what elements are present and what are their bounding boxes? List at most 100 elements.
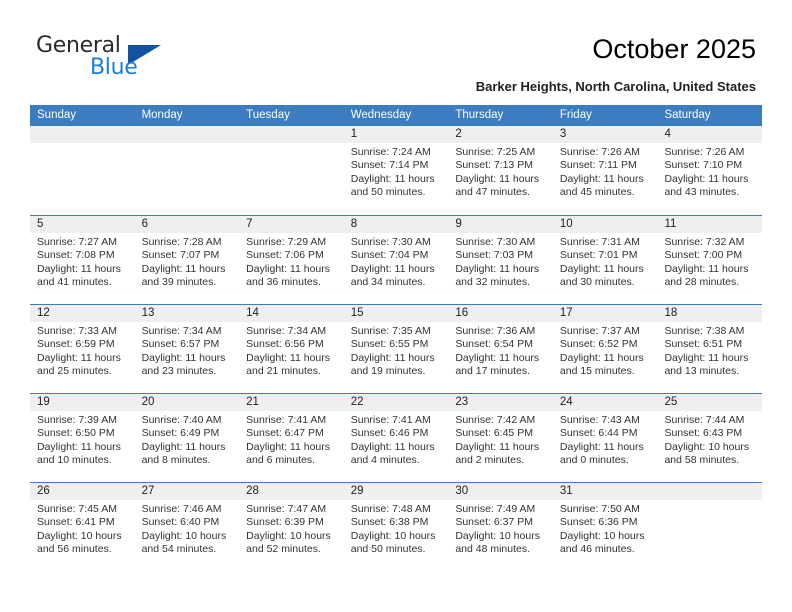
calendar-day-cell[interactable]: 9 Sunrise: 7:30 AM Sunset: 7:03 PM Daylight…: [448, 216, 553, 304]
calendar-day-cell[interactable]: 5 Sunrise: 7:27 AM Sunset: 7:08 PM Daylight…: [30, 216, 135, 304]
sunset-time: Sunset: 7:07 PM: [141, 249, 220, 262]
calendar-day-cell[interactable]: 15 Sunrise: 7:35 AM Sunset: 6:55 PM Dayligh…: [343, 305, 449, 393]
calendar-day-cell[interactable]: 8 Sunrise: 7:30 AM Sunset: 7:04 PM Daylight…: [343, 216, 449, 304]
daylight-duration: Daylight: 10 hours and 48 minutes.: [455, 529, 540, 556]
sunset-time: Sunset: 6:41 PM: [37, 516, 115, 529]
sunset-time: Sunset: 6:49 PM: [141, 427, 220, 440]
calendar-day-cell[interactable]: 20 Sunrise: 7:40 AM Sunset: 6:49 PM Dayligh…: [134, 394, 240, 482]
calendar-day-cell[interactable]: 22 Sunrise: 7:41 AM Sunset: 6:46 PM Dayligh…: [343, 394, 449, 482]
day-number: 25: [657, 394, 763, 411]
calendar-day-cell[interactable]: 11 Sunrise: 7:32 AM Sunset: 7:00 PM Dayligh…: [657, 216, 763, 304]
calendar-day-cell[interactable]: 18 Sunrise: 7:38 AM Sunset: 6:51 PM Dayligh…: [657, 305, 763, 393]
sunset-time: Sunset: 7:04 PM: [350, 249, 429, 262]
calendar-day-cell[interactable]: 2 Sunrise: 7:25 AM Sunset: 7:13 PM Daylight…: [448, 126, 553, 215]
daylight-duration: Daylight: 11 hours and 30 minutes.: [559, 262, 644, 289]
calendar-day-cell[interactable]: 27 Sunrise: 7:46 AM Sunset: 6:40 PM Dayligh…: [134, 483, 240, 571]
day-sun-info: Sunrise: 7:30 AM Sunset: 7:04 PM Daylight:…: [344, 233, 449, 290]
daylight-duration: Daylight: 11 hours and 28 minutes.: [664, 262, 749, 289]
day-sun-info: Sunrise: 7:48 AM Sunset: 6:38 PM Daylight:…: [344, 500, 449, 557]
calendar-day-cell[interactable]: 31 Sunrise: 7:50 AM Sunset: 6:36 PM Dayligh…: [552, 483, 658, 571]
sunset-time: Sunset: 6:36 PM: [559, 516, 638, 529]
day-number: 29: [343, 483, 449, 500]
calendar-day-cell[interactable]: 17 Sunrise: 7:37 AM Sunset: 6:52 PM Dayligh…: [552, 305, 658, 393]
calendar-day-cell[interactable]: 19 Sunrise: 7:39 AM Sunset: 6:50 PM Dayligh…: [30, 394, 135, 482]
sunrise-time: Sunrise: 7:49 AM: [455, 503, 536, 515]
sunrise-time: Sunrise: 7:42 AM: [455, 414, 536, 426]
calendar-page: General Blue October 2025 Barker Heights…: [0, 0, 792, 612]
daylight-duration: Daylight: 11 hours and 19 minutes.: [350, 351, 435, 378]
calendar-day-cell[interactable]: 23 Sunrise: 7:42 AM Sunset: 6:45 PM Dayligh…: [448, 394, 553, 482]
day-number: 27: [134, 483, 240, 500]
day-sun-info: Sunrise: 7:41 AM Sunset: 6:46 PM Daylight:…: [344, 411, 449, 468]
calendar-day-cell[interactable]: 6 Sunrise: 7:28 AM Sunset: 7:07 PM Daylight…: [134, 216, 240, 304]
daylight-duration: Daylight: 11 hours and 47 minutes.: [455, 172, 540, 199]
day-sun-info: Sunrise: 7:44 AM Sunset: 6:43 PM Daylight:…: [657, 411, 762, 468]
sunrise-time: Sunrise: 7:44 AM: [664, 414, 745, 426]
calendar-week-row: 12 Sunrise: 7:33 AM Sunset: 6:59 PM Dayligh…: [30, 304, 763, 393]
day-sun-info: Sunrise: 7:49 AM Sunset: 6:37 PM Daylight:…: [448, 500, 553, 557]
calendar-day-cell[interactable]: 10 Sunrise: 7:31 AM Sunset: 7:01 PM Dayligh…: [552, 216, 658, 304]
day-sun-info: Sunrise: 7:26 AM Sunset: 7:11 PM Daylight:…: [553, 143, 658, 200]
day-sun-info: Sunrise: 7:40 AM Sunset: 6:49 PM Daylight:…: [135, 411, 240, 468]
sunset-time: Sunset: 7:00 PM: [664, 249, 743, 262]
calendar-day-cell[interactable]: 29 Sunrise: 7:48 AM Sunset: 6:38 PM Dayligh…: [343, 483, 449, 571]
daylight-duration: Daylight: 11 hours and 39 minutes.: [141, 262, 226, 289]
day-number: 23: [448, 394, 553, 411]
weekday-header-sunday: Sunday: [37, 109, 77, 121]
general-blue-logo[interactable]: General Blue: [36, 33, 161, 81]
day-sun-info: Sunrise: 7:41 AM Sunset: 6:47 PM Daylight:…: [239, 411, 344, 468]
calendar-grid: Sunday Monday Tuesday Wednesday Thursday Frid…: [30, 105, 763, 571]
daylight-duration: Daylight: 11 hours and 15 minutes.: [559, 351, 644, 378]
day-number: [239, 126, 344, 143]
sunrise-time: Sunrise: 7:30 AM: [455, 236, 536, 248]
calendar-day-cell[interactable]: 26 Sunrise: 7:45 AM Sunset: 6:41 PM Dayligh…: [30, 483, 135, 571]
day-sun-info: Sunrise: 7:38 AM Sunset: 6:51 PM Daylight:…: [657, 322, 762, 379]
calendar-day-cell[interactable]: 13 Sunrise: 7:34 AM Sunset: 6:57 PM Dayligh…: [134, 305, 240, 393]
sunrise-time: Sunrise: 7:45 AM: [37, 503, 117, 515]
weekday-header-thursday: Thursday: [455, 109, 504, 121]
daylight-duration: Daylight: 10 hours and 50 minutes.: [350, 529, 436, 556]
calendar-day-cell[interactable]: 1 Sunrise: 7:24 AM Sunset: 7:14 PM Daylight…: [343, 126, 449, 215]
calendar-day-cell[interactable]: 4 Sunrise: 7:26 AM Sunset: 7:10 PM Daylight…: [657, 126, 763, 215]
daylight-duration: Daylight: 11 hours and 0 minutes.: [559, 440, 644, 467]
daylight-duration: Daylight: 11 hours and 41 minutes.: [37, 262, 121, 289]
calendar-day-cell[interactable]: 12 Sunrise: 7:33 AM Sunset: 6:59 PM Dayligh…: [30, 305, 135, 393]
daylight-duration: Daylight: 10 hours and 54 minutes.: [141, 529, 227, 556]
calendar-day-cell-empty: [657, 483, 763, 571]
day-number: 16: [448, 305, 553, 322]
day-sun-info: Sunrise: 7:42 AM Sunset: 6:45 PM Daylight:…: [448, 411, 553, 468]
calendar-day-cell[interactable]: 24 Sunrise: 7:43 AM Sunset: 6:44 PM Dayligh…: [552, 394, 658, 482]
daylight-duration: Daylight: 11 hours and 45 minutes.: [559, 172, 644, 199]
daylight-duration: Daylight: 10 hours and 52 minutes.: [246, 529, 331, 556]
calendar-day-cell[interactable]: 21 Sunrise: 7:41 AM Sunset: 6:47 PM Dayligh…: [239, 394, 344, 482]
calendar-day-cell[interactable]: 3 Sunrise: 7:26 AM Sunset: 7:11 PM Daylight…: [552, 126, 658, 215]
daylight-duration: Daylight: 11 hours and 32 minutes.: [455, 262, 540, 289]
daylight-duration: Daylight: 11 hours and 17 minutes.: [455, 351, 540, 378]
sunset-time: Sunset: 6:40 PM: [141, 516, 220, 529]
calendar-day-cell[interactable]: 30 Sunrise: 7:49 AM Sunset: 6:37 PM Dayligh…: [448, 483, 553, 571]
weekday-header-friday: Friday: [559, 109, 592, 121]
sunrise-time: Sunrise: 7:47 AM: [246, 503, 327, 515]
calendar-day-cell[interactable]: 7 Sunrise: 7:29 AM Sunset: 7:06 PM Daylight…: [239, 216, 344, 304]
sunrise-time: Sunrise: 7:26 AM: [559, 146, 640, 158]
calendar-day-cell[interactable]: 28 Sunrise: 7:47 AM Sunset: 6:39 PM Dayligh…: [239, 483, 344, 571]
calendar-day-cell[interactable]: 25 Sunrise: 7:44 AM Sunset: 6:43 PM Dayligh…: [657, 394, 763, 482]
daylight-duration: Daylight: 10 hours and 58 minutes.: [664, 440, 750, 467]
day-sun-info: Sunrise: 7:27 AM Sunset: 7:08 PM Daylight:…: [30, 233, 135, 290]
day-sun-info: Sunrise: 7:47 AM Sunset: 6:39 PM Daylight:…: [239, 500, 344, 557]
sunset-time: Sunset: 6:38 PM: [350, 516, 429, 529]
sunrise-time: Sunrise: 7:46 AM: [141, 503, 222, 515]
sunset-time: Sunset: 7:08 PM: [37, 249, 115, 262]
calendar-day-cell[interactable]: 16 Sunrise: 7:36 AM Sunset: 6:54 PM Dayligh…: [448, 305, 553, 393]
calendar-day-cell[interactable]: 14 Sunrise: 7:34 AM Sunset: 6:56 PM Dayligh…: [239, 305, 344, 393]
day-number: 7: [239, 216, 344, 233]
sunset-time: Sunset: 7:11 PM: [559, 159, 637, 172]
day-number: 30: [448, 483, 553, 500]
day-number: 2: [448, 126, 553, 143]
daylight-duration: Daylight: 11 hours and 8 minutes.: [141, 440, 226, 467]
daylight-duration: Daylight: 11 hours and 13 minutes.: [664, 351, 749, 378]
sunrise-time: Sunrise: 7:31 AM: [559, 236, 640, 248]
day-sun-info: Sunrise: 7:45 AM Sunset: 6:41 PM Daylight:…: [30, 500, 135, 557]
sunset-time: Sunset: 7:01 PM: [559, 249, 638, 262]
sunrise-time: Sunrise: 7:38 AM: [664, 325, 745, 337]
